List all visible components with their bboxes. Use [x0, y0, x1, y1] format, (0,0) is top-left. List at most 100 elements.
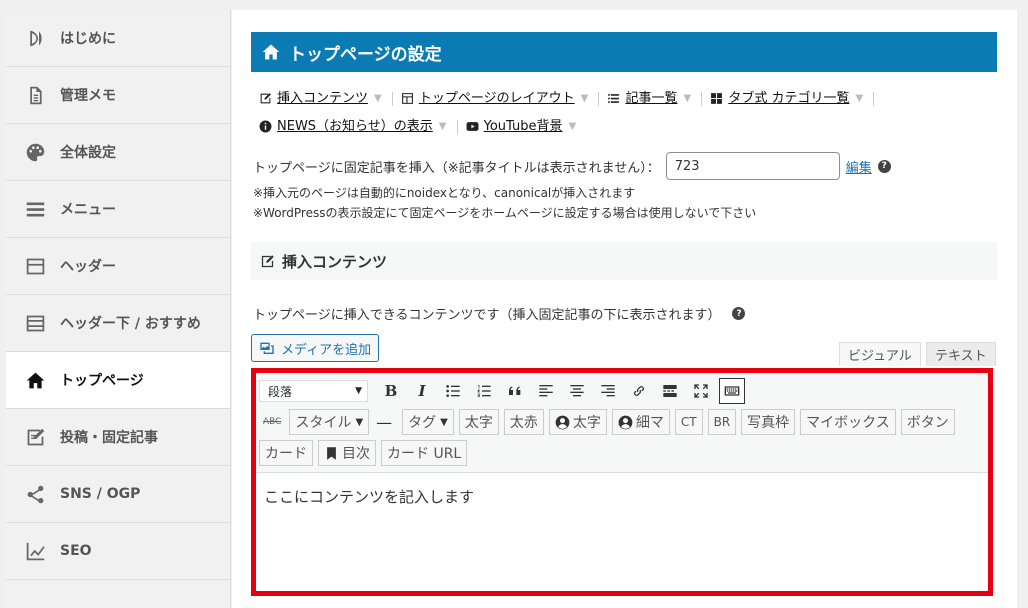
- sidebar-item-label: SEO: [60, 543, 92, 559]
- sidebar: はじめに 管理メモ 全体設定 メニュー ヘッダー ヘッダー下 / おすすめ トッ…: [6, 10, 231, 608]
- align-left-icon: [539, 385, 553, 397]
- chevron-down-icon: ▼: [683, 93, 692, 104]
- sidebar-item-seo[interactable]: SEO: [6, 523, 230, 580]
- home-icon: [24, 369, 46, 391]
- tab-top-layout[interactable]: トップページのレイアウト ▼: [401, 86, 600, 111]
- bold-red-button[interactable]: 太赤: [503, 409, 544, 435]
- divider: [456, 119, 458, 134]
- button-button[interactable]: ボタン: [900, 409, 955, 435]
- blockquote-button[interactable]: [502, 378, 528, 404]
- header-icon: [24, 255, 46, 277]
- bold-text-button[interactable]: 太字: [458, 409, 499, 435]
- link-button[interactable]: [626, 378, 652, 404]
- strikethrough-button[interactable]: ABC: [263, 417, 281, 427]
- align-center-icon: [570, 385, 584, 397]
- read-more-button[interactable]: [657, 378, 683, 404]
- edit-link[interactable]: 編集: [846, 157, 872, 176]
- sidebar-item-general[interactable]: 全体設定: [6, 124, 230, 181]
- help-icon[interactable]: ?: [732, 307, 746, 320]
- caret-down-icon: ▼: [440, 416, 448, 428]
- sidebar-item-header-below[interactable]: ヘッダー下 / おすすめ: [6, 295, 230, 352]
- content-editor: 段落 ▼ B I ABC スタイル ▼ — タグ ▼ 太字 太赤 太字 細マ C…: [251, 368, 993, 596]
- sidebar-item-header[interactable]: ヘッダー: [6, 238, 230, 295]
- divider: [391, 91, 393, 106]
- sidebar-item-label: 全体設定: [60, 145, 116, 161]
- main-panel: トップページの設定 挿入コンテンツ ▼ トップページのレイアウト ▼ 記事一覧 ▼ タ…: [232, 10, 1017, 608]
- editor-content-area[interactable]: ここにコンテンツを記入します: [256, 473, 988, 520]
- sidebar-item-sns[interactable]: SNS / OGP: [6, 466, 230, 523]
- icon-thin-button[interactable]: 細マ: [611, 409, 670, 435]
- card-url-button[interactable]: カード URL: [381, 440, 468, 466]
- sidebar-item-intro[interactable]: はじめに: [6, 10, 230, 67]
- sidebar-item-label: ヘッダー: [60, 259, 116, 275]
- header-below-icon: [24, 312, 46, 334]
- bold-button[interactable]: B: [378, 378, 404, 404]
- media-icon: [260, 342, 274, 354]
- br-button[interactable]: BR: [707, 409, 737, 435]
- italic-button[interactable]: I: [409, 378, 435, 404]
- fixed-post-label: トップページに固定記事を挿入（※記事タイトルは表示されません）：: [253, 160, 660, 176]
- sidebar-item-label: メニュー: [60, 202, 116, 218]
- divider: [701, 91, 703, 106]
- numbered-list-button[interactable]: [471, 378, 497, 404]
- sidebar-item-label: トップページ: [60, 373, 144, 389]
- caret-down-icon: ▼: [355, 386, 362, 396]
- format-select[interactable]: 段落 ▼: [259, 380, 368, 402]
- numbered-list-icon: [477, 385, 491, 397]
- chevron-down-icon: ▼: [374, 93, 382, 104]
- document-icon: [24, 84, 46, 106]
- edit-icon: [261, 254, 274, 267]
- fullscreen-button[interactable]: [688, 378, 714, 404]
- sidebar-item-label: 管理メモ: [60, 88, 116, 104]
- tab-visual[interactable]: ビジュアル: [839, 342, 921, 366]
- icon-bold-button[interactable]: 太字: [548, 409, 607, 435]
- toc-button[interactable]: 目次: [318, 440, 376, 466]
- align-left-button[interactable]: [533, 378, 559, 404]
- page-title: トップページの設定: [251, 32, 997, 72]
- sidebar-item-memo[interactable]: 管理メモ: [6, 67, 230, 124]
- tab-youtube-bg[interactable]: YouTube背景 ▼: [466, 114, 577, 139]
- sidebar-item-top-page[interactable]: トップページ: [6, 352, 230, 409]
- bullet-list-icon: [446, 385, 460, 397]
- bookmark-icon: [327, 446, 336, 460]
- user-icon: [618, 415, 633, 429]
- help-icon[interactable]: ?: [877, 159, 891, 173]
- toolbar-toggle-button[interactable]: [719, 378, 745, 404]
- fullscreen-icon: [694, 384, 708, 398]
- edit-icon: [260, 93, 271, 104]
- photo-frame-button[interactable]: 写真枠: [741, 409, 796, 435]
- style-dropdown[interactable]: スタイル ▼: [289, 409, 370, 435]
- tab-post-list[interactable]: 記事一覧 ▼: [607, 86, 703, 111]
- tag-dropdown[interactable]: タグ ▼: [402, 409, 454, 435]
- section-description: トップページに挿入できるコンテンツです（挿入固定記事の下に表示されます） ?: [253, 304, 746, 323]
- edit-icon: [24, 426, 46, 448]
- align-center-button[interactable]: [564, 378, 590, 404]
- tab-news[interactable]: NEWS（お知らせ）の表示 ▼: [259, 114, 458, 139]
- user-icon: [555, 415, 570, 429]
- caret-down-icon: ▼: [355, 416, 364, 428]
- layout-icon: [401, 93, 413, 104]
- settings-tabs: 挿入コンテンツ ▼ トップページのレイアウト ▼ 記事一覧 ▼ タブ式 カテゴリ一覧 ▼…: [259, 86, 959, 142]
- sidebar-item-menu[interactable]: メニュー: [6, 181, 230, 238]
- card-button[interactable]: カード: [259, 440, 313, 466]
- note-wordpress: ※WordPressの表示設定にて固定ページをホームページに設定する場合は使用し…: [253, 206, 757, 220]
- divider: [873, 91, 875, 106]
- chevron-down-icon: ▼: [568, 121, 577, 132]
- bullet-list-button[interactable]: [440, 378, 466, 404]
- tab-category-tabs[interactable]: タブ式 カテゴリ一覧 ▼: [710, 86, 875, 111]
- grid-icon: [711, 93, 723, 104]
- leaf-icon: [24, 27, 46, 49]
- link-icon: [634, 386, 644, 396]
- ct-button[interactable]: CT: [674, 409, 703, 435]
- tab-text[interactable]: テキスト: [926, 342, 996, 366]
- fixed-post-id-input[interactable]: [665, 152, 840, 180]
- sidebar-item-posts[interactable]: 投稿・固定記事: [6, 409, 230, 466]
- my-box-button[interactable]: マイボックス: [800, 409, 896, 435]
- note-noindex: ※挿入元のページは自動的にnoidexとなり、canonicalが挿入されます: [253, 186, 636, 200]
- add-media-button[interactable]: メディアを追加: [251, 334, 380, 362]
- horizontal-line-button[interactable]: —: [376, 413, 392, 432]
- tab-insert-content[interactable]: 挿入コンテンツ ▼: [259, 86, 393, 111]
- align-right-button[interactable]: [595, 378, 621, 404]
- sidebar-item-label: SNS / OGP: [60, 486, 141, 502]
- quote-icon: [509, 386, 521, 395]
